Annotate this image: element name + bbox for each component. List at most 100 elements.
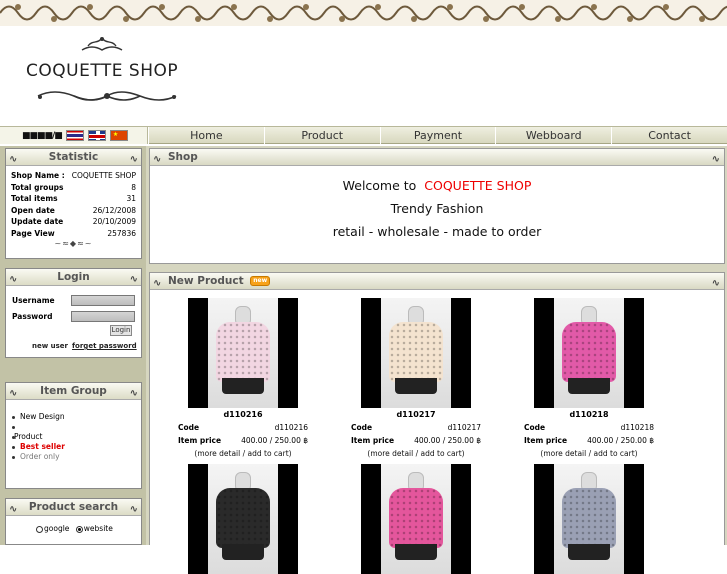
lang-label: ■■■■/■ (22, 130, 63, 141)
language-selector: ■■■■/■ ★ (0, 127, 148, 144)
new-user-link[interactable]: new user (32, 342, 68, 350)
product-image[interactable] (534, 298, 644, 408)
group-list: New Design Product Best seller Order onl… (6, 400, 141, 462)
price-label: Item price (351, 436, 395, 445)
product-name[interactable]: d110218 (524, 410, 654, 419)
sidebar: ∿ Statistic ∿ Shop Name : COQUETTE SHOP T… (0, 146, 146, 545)
code-value: d110216 (274, 423, 308, 432)
swirl-right-icon: ∿ (711, 278, 720, 289)
price-label: Item price (524, 436, 568, 445)
swirl-right-icon: ∿ (711, 154, 720, 165)
username-row: Username (6, 292, 141, 308)
login-panel: ∿ Login ∿ Username Password Login new us… (5, 268, 142, 358)
main-nav: ■■■■/■ ★ Home Product Payment Webboard C… (0, 126, 727, 144)
stat-row: Total items 31 (11, 194, 136, 203)
google-radio[interactable] (36, 525, 43, 533)
swirl-left-icon: ∿ (153, 278, 162, 289)
product-name[interactable]: d110217 (351, 410, 481, 419)
username-input[interactable] (71, 294, 135, 306)
group-item[interactable]: Order only (6, 452, 141, 462)
group-item[interactable]: Product (6, 432, 141, 442)
password-label: Password (12, 311, 53, 321)
password-row: Password (6, 308, 141, 324)
search-title: ∿ Product search ∿ (6, 499, 141, 516)
website-radio[interactable] (75, 525, 83, 533)
login-button[interactable]: Login (110, 325, 132, 336)
new-badge-icon: new (250, 276, 271, 286)
more-detail-link[interactable]: (more detail / add to cart) (524, 449, 654, 458)
welcome-shop-name: COQUETTE SHOP (424, 178, 532, 193)
password-input[interactable] (71, 310, 135, 322)
stat-row: Open date 26/12/2008 (11, 205, 136, 215)
welcome-line: Welcome to COQUETTE SHOP (342, 178, 532, 193)
item-group-panel: ∿ Item Group ∿ New Design Product Best s… (5, 382, 142, 489)
thai-flag-icon[interactable] (65, 130, 84, 141)
product-image[interactable] (188, 464, 298, 574)
swirl-left-icon: ∿ (9, 154, 18, 165)
product-price-row: Item price 400.00 / 250.00 ฿ (524, 436, 654, 445)
swirl-border-icon (0, 0, 727, 26)
product-name[interactable]: d110216 (178, 410, 308, 419)
tagline: Trendy Fashion (390, 201, 484, 216)
product-image[interactable] (534, 464, 644, 574)
group-item[interactable] (6, 422, 141, 432)
product-code-row: Code d110217 (351, 423, 481, 432)
crown-ornament-icon (81, 37, 123, 51)
swirl-left-icon: ∿ (9, 274, 18, 285)
china-flag-icon[interactable]: ★ (109, 130, 128, 141)
uk-flag-icon[interactable] (87, 130, 106, 141)
group-item[interactable]: New Design (6, 412, 141, 422)
logo-text: COQUETTE SHOP (26, 61, 179, 81)
nav-contact[interactable]: Contact (611, 127, 727, 144)
item-group-title: ∿ Item Group ∿ (6, 383, 141, 400)
product-image[interactable] (361, 464, 471, 574)
username-label: Username (12, 295, 55, 305)
group-item[interactable]: Best seller (6, 442, 141, 452)
swirl-left-icon: ∿ (9, 388, 18, 399)
nav-payment[interactable]: Payment (379, 127, 496, 144)
product-code-row: Code d110218 (524, 423, 654, 432)
product-image[interactable] (361, 298, 471, 408)
product-search-panel: ∿ Product search ∿ google website (5, 498, 142, 545)
nav-home[interactable]: Home (148, 127, 264, 144)
shop-panel: ∿ Shop ∿ Welcome to COQUETTE SHOP Trendy… (149, 148, 725, 264)
new-product-panel: ∿ New Product new ∿ d110216 Code d110216 It… (149, 272, 725, 574)
nav-product[interactable]: Product (263, 127, 380, 144)
product-image[interactable] (188, 298, 298, 408)
shop-logo[interactable]: COQUETTE SHOP (26, 36, 186, 106)
code-value: d110218 (620, 423, 654, 432)
services-line: retail - wholesale - made to order (332, 224, 542, 239)
login-title: ∿ Login ∿ (6, 269, 141, 286)
statistic-title: ∿ Statistic ∿ (6, 149, 141, 166)
price-value: 400.00 / 250.00 ฿ (414, 436, 481, 445)
scroll-ornament-icon (37, 91, 177, 101)
more-detail-link[interactable]: (more detail / add to cart) (351, 449, 481, 458)
nav-webboard[interactable]: Webboard (495, 127, 611, 144)
more-detail-link[interactable]: (more detail / add to cart) (178, 449, 308, 458)
new-product-title: ∿ New Product new ∿ (150, 273, 724, 290)
swirl-right-icon: ∿ (129, 274, 138, 285)
stat-row: Shop Name : COQUETTE SHOP (11, 171, 136, 180)
stat-row: Total groups 8 (11, 182, 136, 192)
price-label: Item price (178, 436, 222, 445)
shop-panel-title: ∿ Shop ∿ (150, 149, 724, 166)
code-label: Code (351, 423, 373, 432)
price-value: 400.00 / 250.00 ฿ (241, 436, 308, 445)
price-value: 400.00 / 250.00 ฿ (587, 436, 654, 445)
stat-row: Page View 257836 (11, 228, 136, 238)
stat-row: Update date 20/10/2009 (11, 217, 136, 226)
top-ornament-band (0, 0, 727, 26)
panel-ornament-icon: ~≈◆≈~ (54, 239, 93, 248)
product-price-row: Item price 400.00 / 250.00 ฿ (351, 436, 481, 445)
forget-password-link[interactable]: forget password (72, 342, 137, 350)
search-options: google website (6, 516, 141, 533)
code-label: Code (178, 423, 200, 432)
swirl-left-icon: ∿ (9, 504, 18, 515)
code-value: d110217 (447, 423, 481, 432)
product-price-row: Item price 400.00 / 250.00 ฿ (178, 436, 308, 445)
swirl-right-icon: ∿ (129, 504, 138, 515)
swirl-right-icon: ∿ (129, 388, 138, 399)
product-code-row: Code d110216 (178, 423, 308, 432)
swirl-left-icon: ∿ (153, 154, 162, 165)
main-content: ∿ Shop ∿ Welcome to COQUETTE SHOP Trendy… (146, 146, 727, 574)
